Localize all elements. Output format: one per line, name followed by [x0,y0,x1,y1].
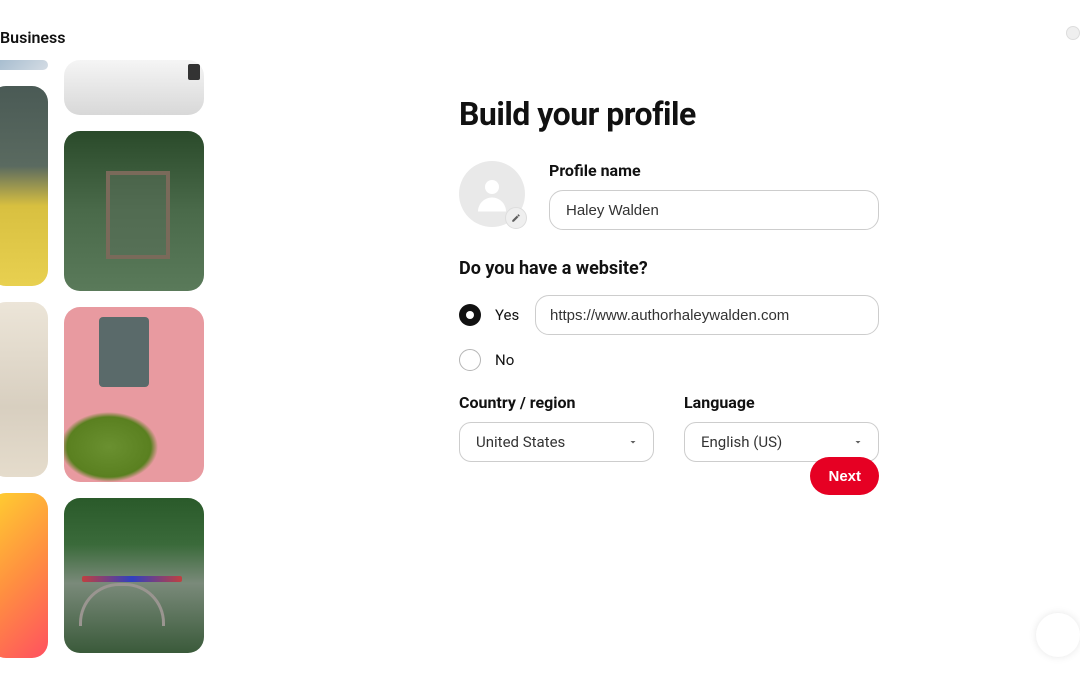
account-avatar-small[interactable] [1066,26,1080,40]
website-url-input[interactable] [535,295,879,335]
grid-tile [64,498,204,653]
country-label: Country / region [459,393,654,412]
help-fab[interactable] [1036,613,1080,657]
website-yes-label: Yes [495,306,521,324]
page-title: Build your profile [459,95,879,133]
person-icon [471,173,513,215]
language-label: Language [684,393,879,412]
website-question-label: Do you have a website? [459,258,879,279]
country-select[interactable]: United States [459,422,654,462]
chevron-down-icon [852,436,864,448]
pencil-icon [511,213,521,223]
edit-avatar-button[interactable] [505,207,527,229]
language-select[interactable]: English (US) [684,422,879,462]
website-no-label: No [495,351,521,369]
brand-label: Business [0,28,65,47]
grid-tile [64,60,204,115]
next-button[interactable]: Next [810,457,879,495]
profile-name-label: Profile name [549,161,879,180]
grid-tile [0,60,48,70]
profile-name-input[interactable] [549,190,879,230]
website-no-radio[interactable] [459,349,481,371]
chevron-down-icon [627,436,639,448]
grid-tile [0,86,48,286]
language-value: English (US) [701,433,782,451]
grid-tile [0,302,48,477]
country-value: United States [476,433,565,451]
grid-tile [64,307,204,482]
profile-form: Build your profile Profile name Do you h… [459,95,879,462]
website-yes-radio[interactable] [459,304,481,326]
inspiration-grid [0,60,220,680]
grid-tile [0,493,48,658]
grid-tile [64,131,204,291]
